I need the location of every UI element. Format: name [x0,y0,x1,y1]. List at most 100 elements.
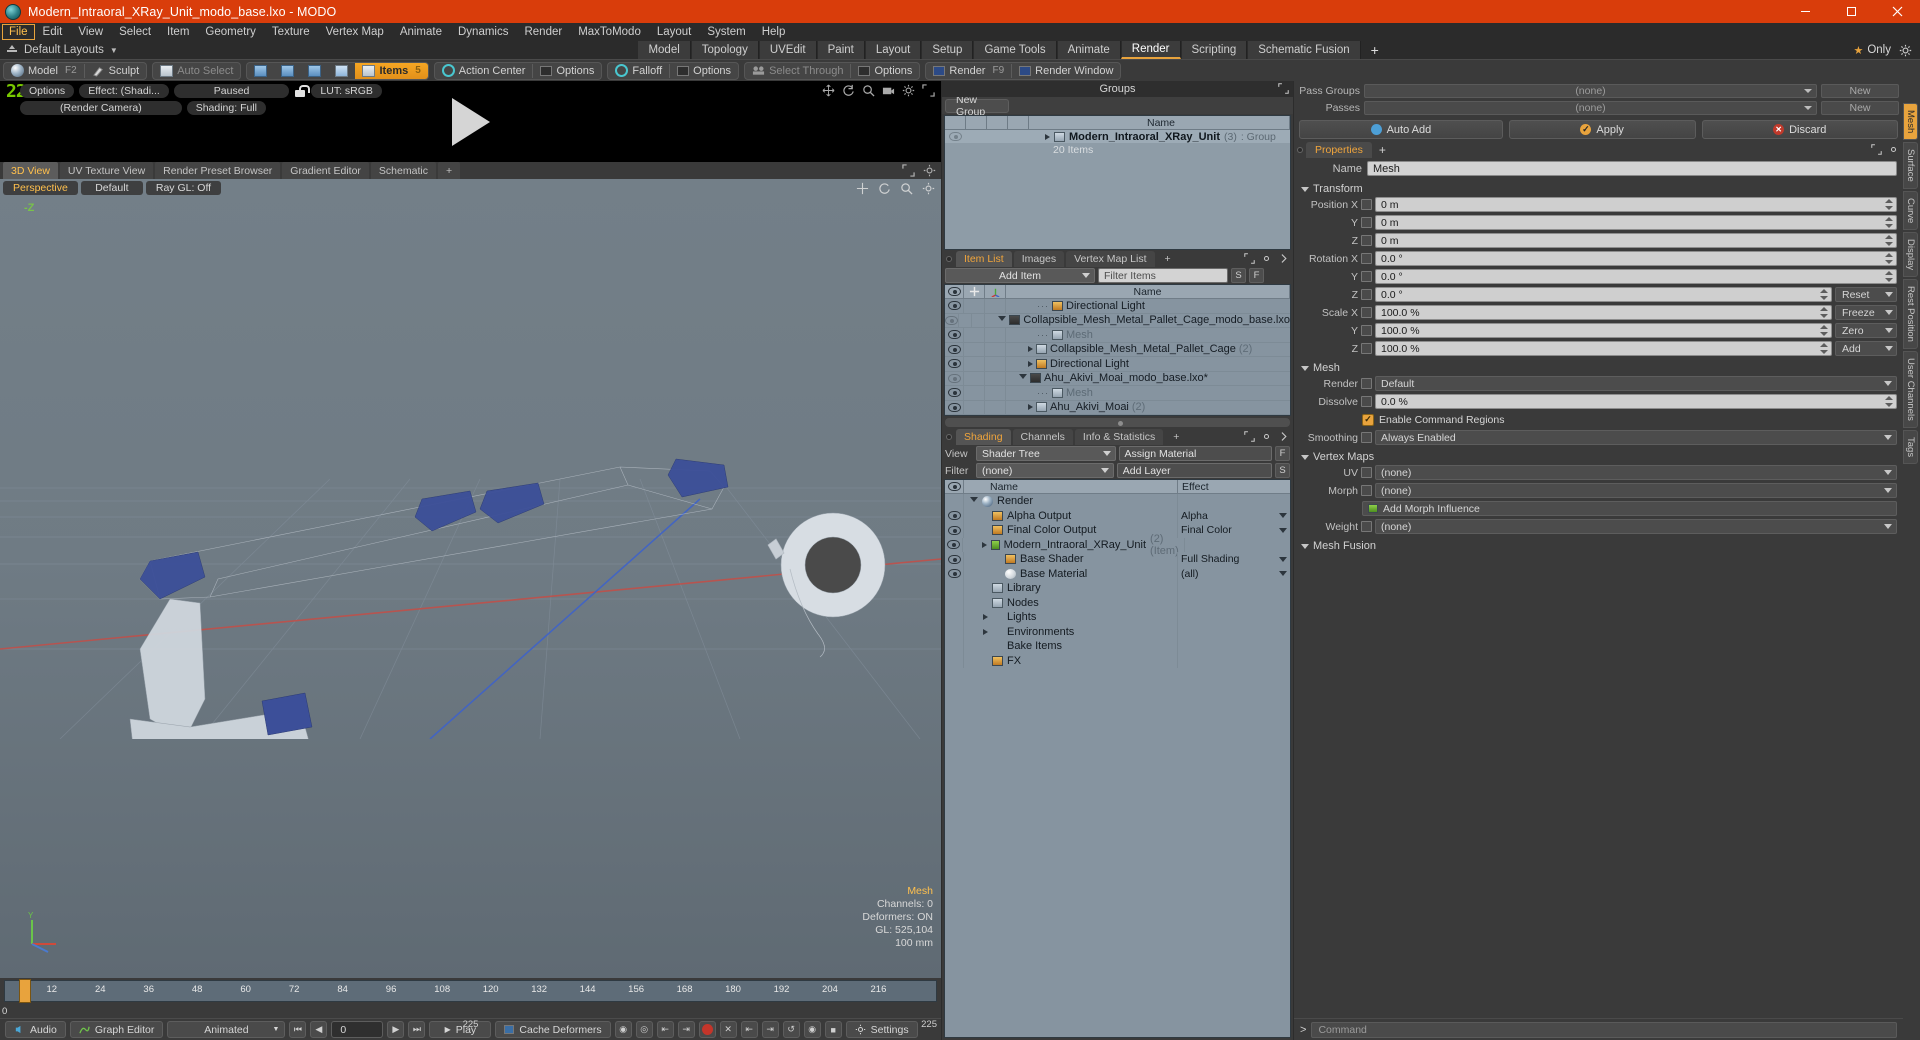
transform-input[interactable]: 0 m [1375,197,1897,212]
spinner-icon[interactable] [1885,271,1894,282]
transform-input[interactable]: 0.0 ° [1375,251,1897,266]
animated-dropdown[interactable]: Animated ▼ [167,1021,286,1038]
transform-checkbox[interactable] [1361,217,1372,228]
shader-tree-dropdown[interactable]: Shader Tree [976,446,1116,461]
auto-select-button[interactable]: Auto Select [153,63,240,79]
auto-add-button[interactable]: Auto Add [1299,120,1503,139]
shader-tree-row[interactable]: Base Material (all) [945,566,1290,581]
shader-effect-cell[interactable] [1178,625,1290,640]
passes-dropdown[interactable]: (none) [1364,100,1817,115]
item-list-row[interactable]: Ahu_Akivi_Moai_modo_base.lxo* [945,371,1290,386]
item-list-row[interactable]: Collapsible_Mesh_Metal_Pallet_Cage (2) [945,342,1290,357]
shader-tree-row[interactable]: Library [945,581,1290,596]
loop-button[interactable]: ↺ [782,1021,800,1038]
go-to-end-button[interactable]: ⏭ [408,1021,426,1038]
render-status-button[interactable]: Paused [173,84,290,98]
panel-menu-dot[interactable] [1297,147,1303,153]
expand-icon[interactable] [1871,144,1882,155]
tab-schematic[interactable]: Schematic [370,162,436,179]
only-toggle[interactable]: ★ Only [1853,44,1891,57]
uv-dropdown[interactable]: (none) [1375,465,1897,480]
vertices-mode-button[interactable] [247,63,274,79]
section-mesh[interactable]: Mesh [1296,359,1901,376]
spinner-icon[interactable] [1820,307,1829,318]
layout-tab-layout[interactable]: Layout [864,41,922,59]
new-group-button[interactable]: New Group [945,94,1009,118]
transform-cell[interactable] [964,328,985,342]
shader-name-cell[interactable]: Modern_Intraoral_XRay_Unit (2) (Item) [963,533,1185,557]
chevron-right-icon[interactable] [1278,253,1289,264]
render-preview-panel[interactable]: 22 Options Effect: (Shadi... Paused LUT:… [0,81,941,162]
shader-effect-cell[interactable] [1178,596,1290,611]
item-list-row[interactable]: ··· Mesh [945,386,1290,401]
transform-input[interactable]: 100.0 % [1375,323,1832,338]
layout-tab-model[interactable]: Model [637,41,691,59]
eye-toggle[interactable] [945,624,964,639]
transform-checkbox[interactable] [1361,289,1372,300]
mode-sculpt-button[interactable]: Sculpt [85,63,147,79]
tab-info-statistics[interactable]: Info & Statistics [1074,429,1164,445]
gear-icon[interactable] [1261,431,1272,442]
layout-tab-setup[interactable]: Setup [921,41,974,59]
eye-toggle[interactable] [945,523,964,538]
add-properties-tab-button[interactable]: + [1372,142,1393,158]
eye-toggle[interactable] [945,537,963,552]
transform-input[interactable]: 0.0 ° [1375,287,1832,302]
shader-effect-cell[interactable]: Full Shading [1178,552,1290,567]
shader-effect-cell[interactable] [1178,494,1290,509]
layout-tab-paint[interactable]: Paint [816,41,865,59]
item-list-row[interactable]: Directional Light [945,357,1290,372]
shader-name-cell[interactable]: Base Shader [964,552,1178,567]
transform-checkbox[interactable] [1361,343,1372,354]
render-lut-button[interactable]: LUT: sRGB [311,84,382,98]
layout-tab-game-tools[interactable]: Game Tools [973,41,1057,59]
axis-cell[interactable] [985,371,1006,385]
transform-checkbox[interactable] [1361,253,1372,264]
axis-cell[interactable] [972,313,986,327]
apply-button[interactable]: ✓ Apply [1508,120,1696,139]
shader-name-cell[interactable]: Bake Items [964,639,1178,654]
transform-action-button[interactable]: Zero [1835,323,1897,338]
spinner-icon[interactable] [1885,235,1894,246]
item-name-cell[interactable]: Ahu_Akivi_Moai (2) [1006,401,1290,415]
spinner-icon[interactable] [1885,217,1894,228]
eye-toggle[interactable] [945,342,964,356]
render-options-button[interactable]: Options [20,84,75,98]
cache-deformers-button[interactable]: Cache Deformers [495,1021,611,1038]
assign-material-button[interactable]: Assign Material [1118,446,1273,461]
expander-icon[interactable] [970,497,978,505]
add-shading-tab-button[interactable]: + [1165,429,1187,445]
transform-input[interactable]: 0 m [1375,215,1897,230]
panel-menu-dot[interactable] [946,434,952,440]
item-name-cell[interactable]: ··· Mesh [1006,328,1290,342]
transform-checkbox[interactable] [1361,307,1372,318]
shader-effect-cell[interactable] [1178,581,1290,596]
section-mesh-fusion[interactable]: Mesh Fusion [1296,537,1901,554]
settings-button[interactable]: Settings [845,1021,918,1038]
falloff-button[interactable]: Falloff [608,63,669,79]
expand-icon[interactable] [922,84,935,97]
delete-key-button[interactable]: ✕ [719,1021,737,1038]
expander-icon[interactable] [1019,374,1027,382]
mesh-render-checkbox[interactable] [1361,378,1372,389]
gear-icon[interactable] [1888,144,1899,155]
menu-texture[interactable]: Texture [264,23,318,41]
range-start-button[interactable]: ⇤ [740,1021,758,1038]
gear-icon[interactable] [902,84,915,97]
shader-tree-row[interactable]: Lights [945,610,1290,625]
item-list-row[interactable]: ··· Directional Light [945,299,1290,314]
mode-model-button[interactable]: Model F2 [4,63,84,79]
eye-toggle[interactable] [945,566,964,581]
eye-toggle[interactable] [945,653,964,668]
rotate-icon[interactable] [842,84,855,97]
transform-checkbox[interactable] [1361,235,1372,246]
next-frame-button[interactable]: ▶ [387,1021,405,1038]
shader-tree-row[interactable]: Render [945,494,1290,509]
eye-toggle[interactable] [945,328,964,342]
polygons-mode-button[interactable] [301,63,328,79]
timeline-panel[interactable]: 12 24 36 48 60 72 84 96 108 120 132 144 156 168 180 192… [0,978,941,1030]
menu-edit[interactable]: Edit [35,23,71,41]
item-list-row[interactable]: Collapsible_Mesh_Metal_Pallet_Cage_modo_… [945,313,1290,328]
close-button[interactable] [1874,0,1920,23]
layout-tab-animate[interactable]: Animate [1056,41,1121,59]
